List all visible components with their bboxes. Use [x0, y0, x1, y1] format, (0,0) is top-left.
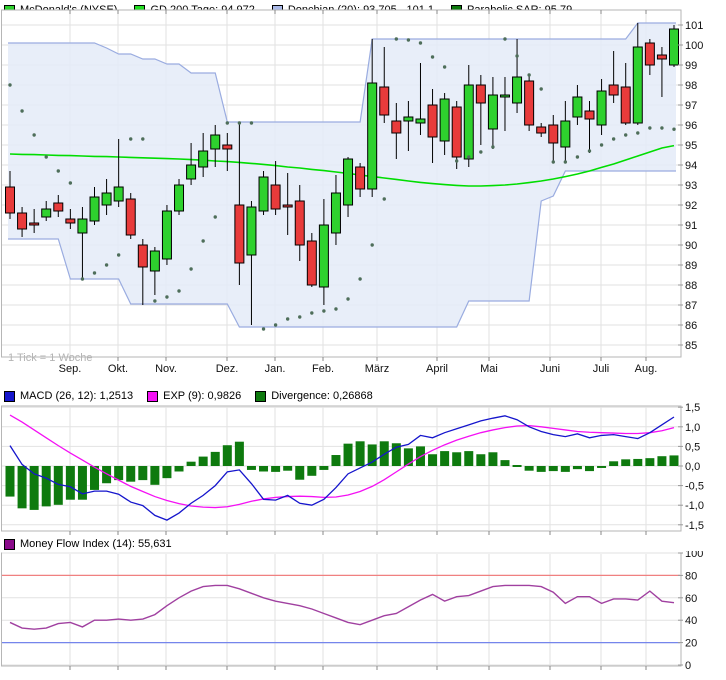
svg-text:101: 101: [685, 20, 703, 32]
legend-item-mfi: Money Flow Index (14): 55,631: [4, 538, 172, 550]
svg-text:Nov.: Nov.: [155, 363, 177, 375]
svg-text:Jan.: Jan.: [265, 363, 286, 375]
divergence-label: Divergence: 0,26868: [271, 390, 373, 402]
svg-text:Juni: Juni: [540, 363, 560, 375]
svg-text:86: 86: [685, 320, 697, 332]
svg-text:Okt.: Okt.: [108, 363, 128, 375]
svg-text:80: 80: [685, 570, 697, 582]
svg-text:89: 89: [685, 260, 697, 272]
stock-chart-window: McDonald's (NYSE) GD 200 Tage: 94,972 Do…: [0, 0, 726, 680]
svg-text:April: April: [426, 363, 448, 375]
macd-chart: 1,5 1,0 0,5 0,0 -0,5 -1,0 -1,5: [0, 403, 726, 535]
svg-text:91: 91: [685, 220, 697, 232]
macd-swatch-icon: [4, 391, 15, 402]
svg-text:Sep.: Sep.: [59, 363, 82, 375]
svg-text:Feb.: Feb.: [312, 363, 334, 375]
svg-text:-0,5: -0,5: [685, 481, 704, 493]
svg-text:0: 0: [685, 660, 691, 672]
mfi-label: Money Flow Index (14): 55,631: [20, 538, 172, 550]
legend-item-exp: EXP (9): 0,9826: [147, 390, 241, 402]
svg-text:90: 90: [685, 240, 697, 252]
svg-text:94: 94: [685, 160, 697, 172]
exp-label: EXP (9): 0,9826: [163, 390, 241, 402]
svg-text:1,0: 1,0: [685, 422, 700, 434]
svg-text:97: 97: [685, 100, 697, 112]
divergence-swatch-icon: [255, 391, 266, 402]
svg-text:95: 95: [685, 140, 697, 152]
svg-text:1,5: 1,5: [685, 403, 700, 414]
svg-text:-1,5: -1,5: [685, 520, 704, 532]
svg-text:100: 100: [685, 551, 703, 560]
svg-text:Juli: Juli: [593, 363, 610, 375]
mfi-chart: 100 80 60 40 20 0: [0, 551, 726, 680]
svg-text:20: 20: [685, 638, 697, 650]
tick-interval-note: 1 Tick = 1 Woche: [8, 352, 92, 364]
svg-text:92: 92: [685, 200, 697, 212]
legend-item-divergence: Divergence: 0,26868: [255, 390, 373, 402]
svg-text:85: 85: [685, 340, 697, 352]
svg-text:Aug.: Aug.: [635, 363, 658, 375]
svg-text:-1,0: -1,0: [685, 500, 704, 512]
exp-swatch-icon: [147, 391, 158, 402]
price-chart: 101 100 99 98 97 96 95 94 93 92 91 90 89 88 87 86 85 Sep.…: [0, 0, 726, 388]
svg-text:96: 96: [685, 120, 697, 132]
svg-text:0,5: 0,5: [685, 441, 700, 453]
macd-legend: MACD (26, 12): 1,2513 EXP (9): 0,9826 Di…: [4, 390, 373, 402]
svg-text:Dez.: Dez.: [216, 363, 239, 375]
svg-text:40: 40: [685, 615, 697, 627]
svg-text:März: März: [365, 363, 389, 375]
svg-text:60: 60: [685, 593, 697, 605]
svg-text:87: 87: [685, 300, 697, 312]
svg-text:0,0: 0,0: [685, 461, 700, 473]
svg-text:Mai: Mai: [480, 363, 498, 375]
macd-label: MACD (26, 12): 1,2513: [20, 390, 133, 402]
svg-text:98: 98: [685, 80, 697, 92]
svg-text:88: 88: [685, 280, 697, 292]
legend-item-macd: MACD (26, 12): 1,2513: [4, 390, 133, 402]
svg-text:100: 100: [685, 40, 703, 52]
svg-text:99: 99: [685, 60, 697, 72]
mfi-swatch-icon: [4, 539, 15, 550]
svg-text:93: 93: [685, 180, 697, 192]
mfi-legend: Money Flow Index (14): 55,631: [4, 538, 172, 550]
